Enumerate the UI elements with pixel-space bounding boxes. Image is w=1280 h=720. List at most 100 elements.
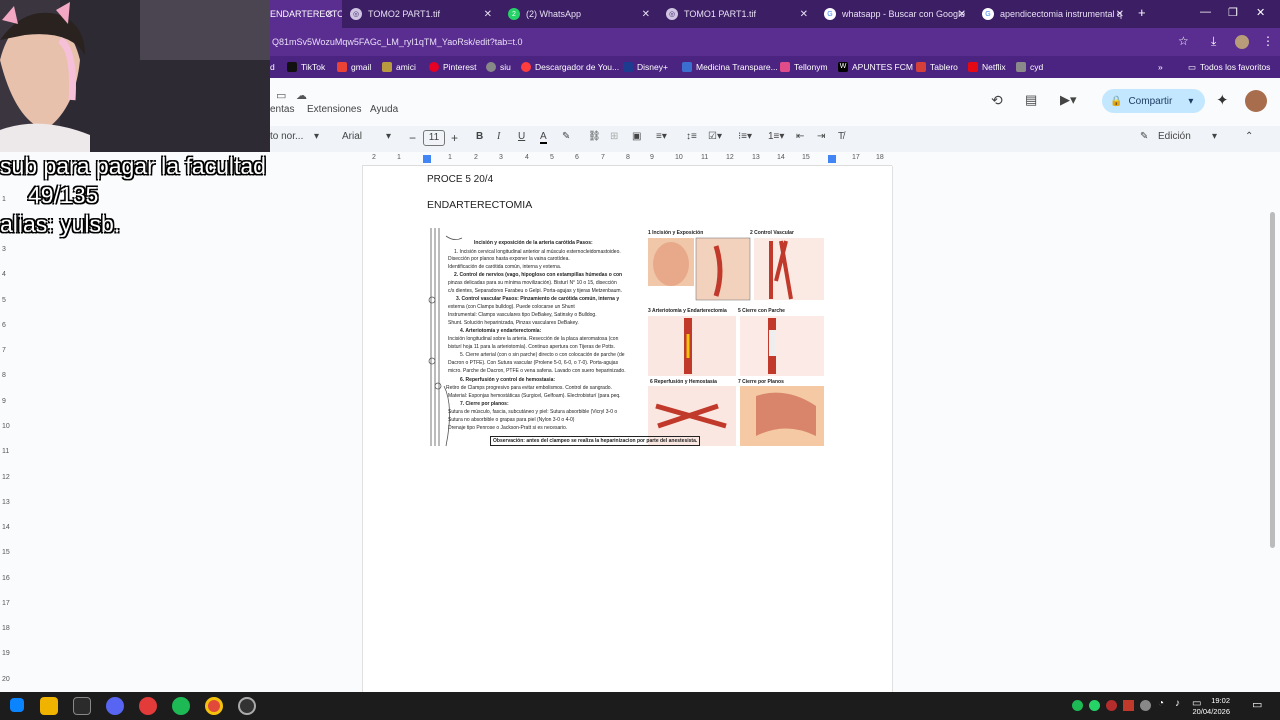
bookmark-item[interactable]: Medicina Transpare... <box>682 56 778 78</box>
numbered-list-icon[interactable]: 1≡▾ <box>768 131 784 142</box>
spotify-icon[interactable] <box>172 697 190 715</box>
tab-apendicectomia[interactable]: G apendicectomia instrumental q ✕ <box>974 0 1132 28</box>
chevron-down-icon[interactable]: ▾ <box>1188 96 1193 107</box>
close-icon[interactable]: ✕ <box>1116 9 1124 20</box>
wifi-icon[interactable]: ◔ <box>1158 698 1164 709</box>
surgery-figure-image[interactable]: Incisión y exposición de la arteria caró… <box>426 226 826 448</box>
file-explorer-icon[interactable] <box>40 697 58 715</box>
close-icon[interactable]: ✕ <box>958 9 966 20</box>
tab-tomo2[interactable]: ◎ TOMO2 PART1.tif ✕ <box>342 0 500 28</box>
download-icon[interactable]: ⤓ <box>1211 34 1216 49</box>
image-icon[interactable]: ▣ <box>632 131 641 142</box>
tab-google-search[interactable]: G whatsapp - Buscar con Google ✕ <box>816 0 974 28</box>
link-icon[interactable]: ⛓ <box>588 131 601 142</box>
style-select[interactable]: to nor... <box>270 131 303 142</box>
tray-icon[interactable] <box>1123 700 1134 711</box>
bookmark-item[interactable]: Disney+ <box>623 56 668 78</box>
menu-ayuda[interactable]: Ayuda <box>370 104 398 115</box>
store-icon[interactable] <box>73 697 91 715</box>
line-spacing-icon[interactable]: ↕≡ <box>686 131 697 142</box>
doc-heading[interactable]: ENDARTERECTOMIA <box>427 199 532 211</box>
font-size-input[interactable]: 11 <box>423 130 445 146</box>
decrease-indent-icon[interactable]: ⇤ <box>796 131 804 142</box>
tab-tomo1[interactable]: ◎ TOMO1 PART1.tif ✕ <box>658 0 816 28</box>
bookmark-item[interactable]: Tablero <box>916 56 958 78</box>
volume-icon[interactable]: ♪ <box>1175 698 1180 709</box>
edit-pencil-icon[interactable]: ✎ <box>1140 131 1148 142</box>
clear-format-icon[interactable]: T̸ <box>838 131 844 142</box>
close-icon[interactable]: ✕ <box>642 9 650 20</box>
bookmark-item[interactable]: W APUNTES FCM <box>838 56 913 78</box>
bookmark-item[interactable]: siu <box>486 56 511 78</box>
folder-icon[interactable]: ▭ <box>276 89 286 102</box>
chevron-down-icon[interactable]: ▾ <box>386 131 391 142</box>
restore-icon[interactable]: ❐ <box>1228 6 1238 19</box>
tray-icon[interactable] <box>1106 700 1117 711</box>
new-tab-icon[interactable]: + <box>1138 5 1146 20</box>
tab-endarterectomia[interactable]: ENDARTERECTOMÍA ✕ <box>262 0 342 28</box>
bookmark-item[interactable]: Tellonym <box>780 56 828 78</box>
history-icon[interactable]: ⟲ <box>991 92 1003 109</box>
bookmark-item[interactable]: d <box>270 56 275 78</box>
bookmark-star-icon[interactable]: ☆ <box>1178 34 1189 48</box>
horizontal-ruler[interactable]: 2 1 1 2 3 4 5 6 7 8 9 10 11 12 13 14 15 … <box>362 152 892 166</box>
underline-icon[interactable]: U <box>518 131 525 142</box>
taskbar-clock[interactable]: 19:02 20/04/2026 <box>1192 695 1230 717</box>
bookmark-item[interactable]: gmail <box>337 56 371 78</box>
increase-size-icon[interactable]: + <box>451 131 458 145</box>
comment-icon[interactable]: ⊞ <box>610 131 618 142</box>
vertical-ruler[interactable]: 1 2 3 4 5 6 7 8 9 10 11 12 13 14 15 16 1… <box>0 166 14 692</box>
italic-icon[interactable]: I <box>497 131 500 142</box>
comments-icon[interactable]: ▤ <box>1025 92 1037 108</box>
doc-line-proce[interactable]: PROCE 5 20/4 <box>427 174 493 185</box>
meet-icon[interactable]: ▶▾ <box>1060 92 1077 108</box>
menu-extensiones[interactable]: Extensiones <box>307 104 361 115</box>
checklist-icon[interactable]: ☑▾ <box>708 131 722 142</box>
bookmark-item[interactable]: TikTok <box>287 56 325 78</box>
font-select[interactable]: Arial <box>342 131 362 142</box>
collapse-icon[interactable]: ⌃ <box>1245 131 1253 142</box>
notifications-icon[interactable]: ▭ <box>1252 698 1262 711</box>
share-button[interactable]: 🔒 Compartir ▾ <box>1102 89 1205 113</box>
bookmark-item[interactable]: amici <box>382 56 416 78</box>
bookmark-item[interactable]: Pinterest <box>429 56 477 78</box>
avatar[interactable] <box>1245 90 1267 112</box>
tab-whatsapp[interactable]: 2 (2) WhatsApp ✕ <box>500 0 658 28</box>
bookmark-item[interactable]: Netflix <box>968 56 1006 78</box>
close-icon[interactable]: ✕ <box>326 9 334 20</box>
scrollbar-thumb[interactable] <box>1270 212 1275 548</box>
whatsapp-tray-icon[interactable] <box>1089 700 1100 711</box>
bold-icon[interactable]: B <box>476 131 483 142</box>
bookmark-item[interactable]: cyd <box>1016 56 1043 78</box>
chevron-down-icon[interactable]: ▾ <box>1212 131 1217 142</box>
app-icon[interactable] <box>139 697 157 715</box>
align-icon[interactable]: ≡▾ <box>656 131 667 142</box>
chrome-icon[interactable] <box>205 697 223 715</box>
obs-icon[interactable] <box>238 697 256 715</box>
close-icon[interactable]: ✕ <box>484 9 492 20</box>
close-window-icon[interactable]: ✕ <box>1256 6 1265 19</box>
tray-icon[interactable] <box>1140 700 1151 711</box>
bullet-list-icon[interactable]: ⁝≡▾ <box>738 131 752 142</box>
mode-select[interactable]: Edición <box>1158 131 1191 142</box>
menu-herramientas[interactable]: entas <box>270 104 294 115</box>
gemini-icon[interactable]: ✦ <box>1216 91 1229 109</box>
cloud-status-icon[interactable]: ☁ <box>296 89 307 102</box>
discord-icon[interactable] <box>106 697 124 715</box>
more-bookmarks-icon[interactable]: » <box>1158 56 1163 78</box>
spotify-tray-icon[interactable] <box>1072 700 1083 711</box>
profile-avatar[interactable] <box>1235 35 1249 49</box>
chevron-down-icon[interactable]: ▾ <box>314 131 319 142</box>
bookmark-item[interactable]: Descargador de You... <box>521 56 619 78</box>
minimize-icon[interactable]: — <box>1200 6 1211 18</box>
address-bar[interactable]: Q81mSv5WozuMqw5FAGc_LM_ryI1qTM_YaoRsk/ed… <box>262 32 1192 52</box>
highlight-icon[interactable]: ✎ <box>562 131 570 142</box>
windows-start-icon[interactable] <box>10 698 24 712</box>
close-icon[interactable]: ✕ <box>800 9 808 20</box>
decrease-size-icon[interactable]: − <box>409 131 416 145</box>
all-bookmarks[interactable]: ▭ Todos los favoritos <box>1188 56 1270 78</box>
right-indent-marker[interactable] <box>828 155 836 163</box>
indent-marker[interactable] <box>423 155 431 163</box>
increase-indent-icon[interactable]: ⇥ <box>817 131 825 142</box>
text-color-icon[interactable]: A <box>540 131 547 144</box>
